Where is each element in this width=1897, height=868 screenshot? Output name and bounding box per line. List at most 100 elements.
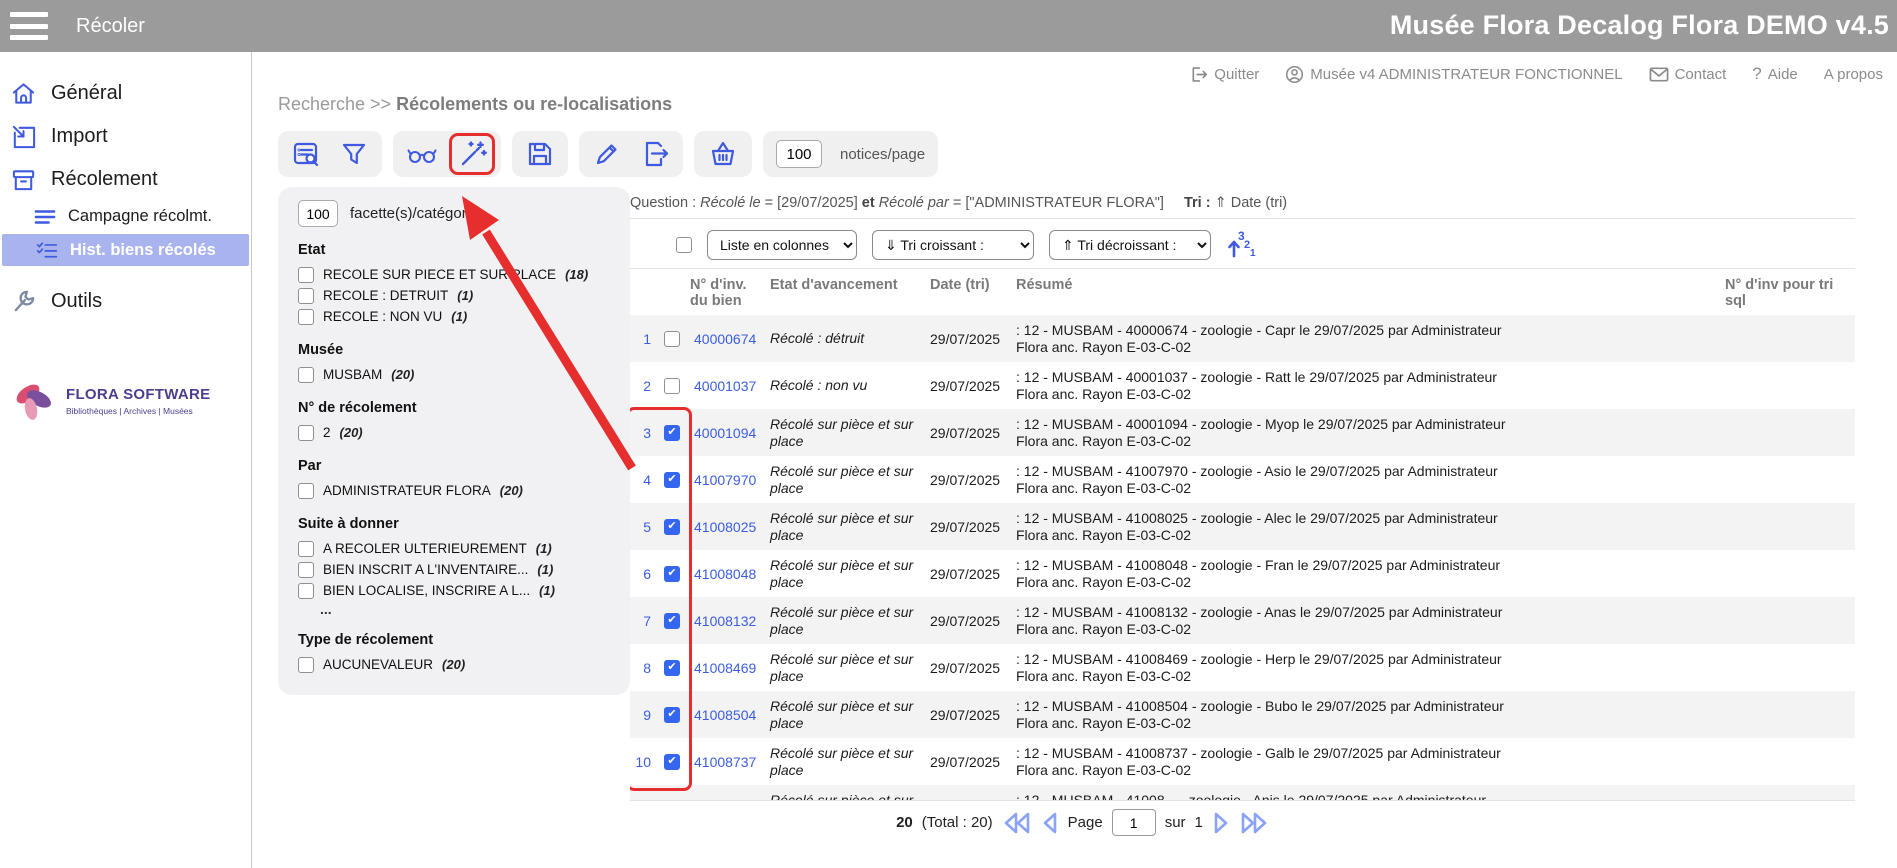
table-row[interactable]: 8 41008469 Récolé sur pièce et sur place… [630,644,1855,691]
facet-item[interactable]: AUCUNEVALEUR (20) [298,654,612,675]
sidebar-item-outils[interactable]: Outils [0,280,251,323]
row-summary: : 12 - MUSBAM - 41008048 - zoologie - Fr… [1016,557,1516,590]
col-header-summary[interactable]: Résumé [1016,277,1516,293]
table-row[interactable]: 10 41008737 Récolé sur pièce et sur plac… [630,738,1855,785]
facet-item[interactable]: BIEN LOCALISE, INSCRIRE A L... (1) [298,580,612,601]
row-checkbox[interactable] [664,566,680,582]
row-checkbox[interactable] [664,754,680,770]
facet-item[interactable]: RECOLE SUR PIECE ET SUR PLACE (18) [298,264,612,285]
page-number-input[interactable] [1112,809,1156,836]
facet-checkbox[interactable] [298,483,314,499]
facet-item[interactable]: A RECOLER ULTERIEUREMENT (1) [298,538,612,559]
notices-per-page-input[interactable] [776,140,822,168]
row-checkbox[interactable] [664,472,680,488]
table-row[interactable]: 1 40000674 Récolé : détruit 29/07/2025 :… [630,315,1855,362]
hamburger-menu-icon[interactable] [10,12,48,40]
inventory-number-link[interactable]: 41008469 [690,660,770,676]
inventory-number-link[interactable]: 41008737 [690,754,770,770]
sidebar-item-recolement[interactable]: Récolement [0,158,251,201]
table-row[interactable]: 3 40001094 Récolé sur pièce et sur place… [630,409,1855,456]
previous-page-button[interactable] [1041,811,1059,835]
inventory-number-link[interactable]: 41007970 [690,472,770,488]
row-checkbox[interactable] [664,660,680,676]
col-header-state[interactable]: Etat d'avancement [770,277,930,293]
sidebar-item-import[interactable]: Import [0,115,251,158]
filter-button[interactable] [339,139,369,169]
table-row[interactable]: 9 41008504 Récolé sur pièce et sur place… [630,691,1855,738]
table-row[interactable]: 11 41008... Récolé sur pièce et sur plac… [630,785,1855,801]
display-list-button[interactable] [291,139,321,169]
export-button[interactable] [640,139,670,169]
table-row[interactable]: 5 41008025 Récolé sur pièce et sur place… [630,503,1855,550]
facet-checkbox[interactable] [298,288,314,304]
facet-checkbox[interactable] [298,657,314,673]
next-page-button[interactable] [1212,811,1230,835]
col-header-date[interactable]: Date (tri) [930,277,1016,293]
magic-wand-button[interactable] [457,139,487,169]
facet-group: Par ADMINISTRATEUR FLORA (20) [298,458,612,501]
inventory-number-link[interactable]: 41008132 [690,613,770,629]
view-button[interactable] [406,139,438,169]
edit-button[interactable] [592,139,622,169]
sidebar-item-hist-biens-recoles[interactable]: Hist. biens récolés [2,234,249,266]
facet-label: RECOLE SUR PIECE ET SUR PLACE [323,267,556,282]
col-header-sql[interactable]: N° d'inv pour tri sql [1725,277,1855,309]
quit-link[interactable]: Quitter [1189,65,1259,84]
sort-321-icon[interactable]: 3 2 1 [1226,229,1258,261]
inventory-number-link[interactable]: 41008048 [690,566,770,582]
facet-item[interactable]: RECOLE : DETRUIT (1) [298,285,612,306]
sidebar-item-campagne-recolement[interactable]: Campagne récolmt. [0,201,251,232]
facet-group-title: N° de récolement [298,400,612,416]
sort-descending-select[interactable]: ⇑ Tri décroissant : [1049,230,1211,260]
sidebar-item-general[interactable]: Général [0,72,251,115]
table-row[interactable]: 4 41007970 Récolé sur pièce et sur place… [630,456,1855,503]
row-number: 4 [630,472,654,488]
row-checkbox[interactable] [664,331,680,347]
inventory-number-link[interactable]: 40000674 [690,331,770,347]
first-page-button[interactable] [1002,811,1032,835]
inventory-number-link[interactable]: 40001037 [690,378,770,394]
facet-item[interactable]: MUSBAM (20) [298,364,612,385]
facet-item[interactable]: ADMINISTRATEUR FLORA (20) [298,480,612,501]
select-all-checkbox[interactable] [676,237,692,253]
facet-checkbox[interactable] [298,583,314,599]
user-account-link[interactable]: Musée v4 ADMINISTRATEUR FONCTIONNEL [1285,65,1622,84]
facet-checkbox[interactable] [298,562,314,578]
basket-button[interactable] [707,139,739,169]
facet-item[interactable]: 2 (20) [298,422,612,443]
row-checkbox[interactable] [664,519,680,535]
inventory-number-link[interactable]: 41008025 [690,519,770,535]
save-button[interactable] [525,139,555,169]
facet-item[interactable]: RECOLE : NON VU (1) [298,306,612,327]
col-header-inv[interactable]: N° d'inv. du bien [690,277,770,309]
facet-checkbox[interactable] [298,541,314,557]
row-checkbox[interactable] [664,613,680,629]
row-checkbox[interactable] [664,378,680,394]
row-checkbox[interactable] [664,707,680,723]
sort-ascending-select[interactable]: ⇓ Tri croissant : [872,230,1034,260]
inventory-number-link[interactable]: 41008... [690,801,770,802]
table-row[interactable]: 2 40001037 Récolé : non vu 29/07/2025 : … [630,362,1855,409]
row-number: 5 [630,519,654,535]
facet-checkbox[interactable] [298,425,314,441]
row-checkbox[interactable] [664,425,680,441]
inventory-number-link[interactable]: 40001094 [690,425,770,441]
facet-checkbox[interactable] [298,267,314,283]
facet-count: (20) [500,483,523,498]
contact-link[interactable]: Contact [1649,66,1727,83]
facet-count-input[interactable] [298,200,338,227]
facet-checkbox[interactable] [298,309,314,325]
row-state: Récolé : non vu [770,377,930,393]
facet-checkbox[interactable] [298,367,314,383]
row-checkbox[interactable] [664,801,680,802]
table-row[interactable]: 6 41008048 Récolé sur pièce et sur place… [630,550,1855,597]
facet-more[interactable]: ... [298,601,612,617]
facet-item[interactable]: BIEN INSCRIT A L'INVENTAIRE... (1) [298,559,612,580]
last-page-button[interactable] [1239,811,1269,835]
help-link[interactable]: ? Aide [1752,64,1798,84]
inventory-number-link[interactable]: 41008504 [690,707,770,723]
row-date: 29/07/2025 [930,613,1016,629]
view-mode-select[interactable]: Liste en colonnes [707,230,857,260]
table-row[interactable]: 7 41008132 Récolé sur pièce et sur place… [630,597,1855,644]
about-link[interactable]: A propos [1824,66,1883,83]
